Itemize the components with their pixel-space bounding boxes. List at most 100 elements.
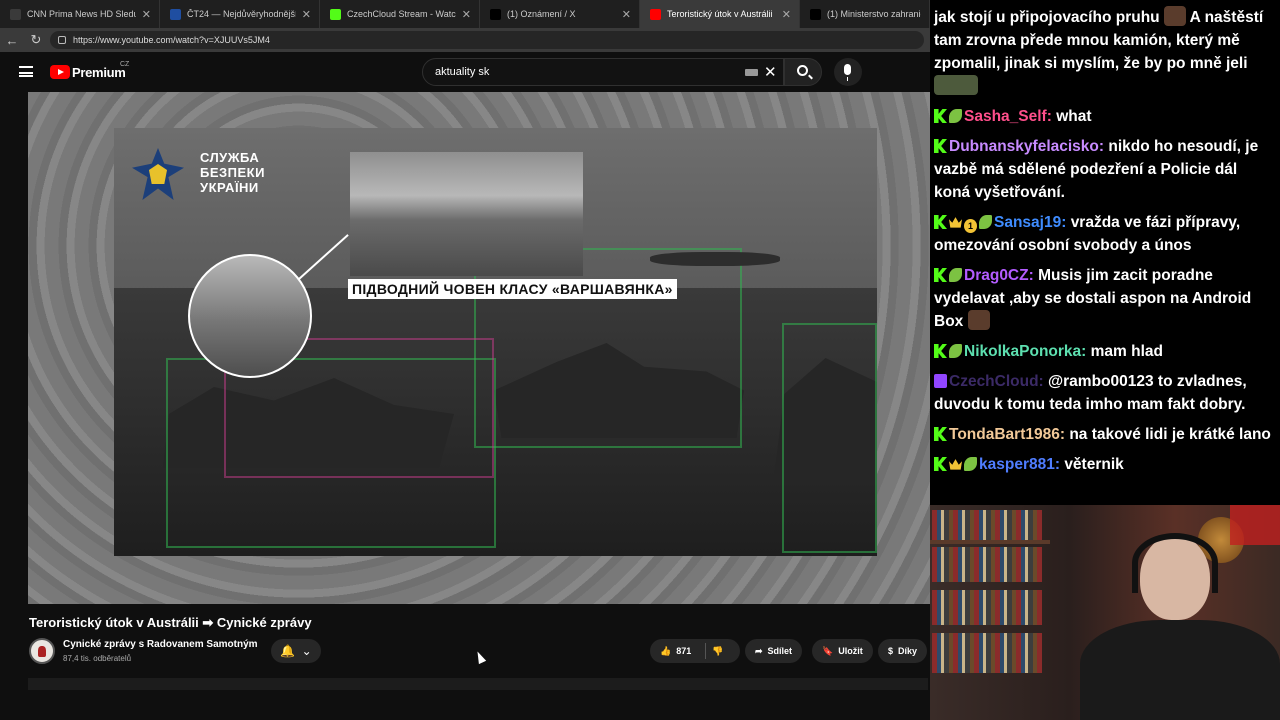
description-peek	[28, 678, 928, 690]
video-title: Teroristický útok v Austrálii ➡ Cynické …	[29, 615, 312, 630]
share-button[interactable]: ➦ Sdílet	[745, 639, 803, 663]
crown-badge-icon	[949, 217, 962, 228]
bookmark-icon: 🔖	[822, 645, 834, 656]
subscriber-count: 87,4 tis. odběratelů	[63, 654, 132, 663]
crown-badge-icon	[949, 459, 962, 470]
thanks-label: Díky	[898, 646, 918, 656]
tab-3[interactable]: (1) Oznámení / X ✕	[480, 0, 640, 28]
address-bar[interactable]: https://www.youtube.com/watch?v=XJUUVs5J…	[50, 31, 924, 49]
chevron-down-icon: ⌄	[301, 644, 312, 658]
tab-1[interactable]: ČT24 — Nejdůvěryhodnější zprav ✕	[160, 0, 320, 28]
save-label: Uložit	[838, 646, 863, 656]
kick-badge-icon	[934, 139, 947, 153]
dislike-icon[interactable]: 👎	[712, 646, 723, 657]
site-info-icon[interactable]	[58, 36, 66, 44]
share-icon: ➦	[755, 645, 763, 656]
save-button[interactable]: 🔖 Uložit	[812, 639, 873, 663]
chat-message: CzechCloud: @rambo00123 to zvladnes, duv…	[934, 370, 1276, 416]
kick-badge-icon	[934, 427, 947, 441]
thanks-icon: $	[888, 646, 894, 656]
callout-line	[298, 234, 349, 280]
tab-4[interactable]: Teroristický útok v Austrálii ✕	[640, 0, 800, 28]
tab-label: CzechCloud Stream - Watch Live o	[347, 9, 456, 19]
highlight-frame	[474, 248, 742, 448]
voice-search-icon[interactable]	[834, 58, 862, 86]
divider	[705, 643, 706, 659]
chat-message: TondaBart1986: na takové lidi je krátké …	[934, 423, 1276, 446]
video-frame: СЛУЖБА БЕЗПЕКИ УКРАЇНИ ПІДВОДНИЙ ЧОВЕН КЛА…	[114, 128, 877, 556]
agency-name: СЛУЖБА БЕЗПЕКИ УКРАЇНИ	[200, 150, 265, 195]
search-icon	[797, 65, 808, 76]
close-tab-icon[interactable]: ✕	[462, 8, 471, 21]
close-tab-icon[interactable]: ✕	[142, 8, 151, 21]
chat-text: what	[1056, 108, 1092, 125]
region-label: CZ	[120, 61, 130, 68]
emote-icon	[934, 75, 978, 95]
close-tab-icon[interactable]: ✕	[302, 8, 311, 21]
chat-username[interactable]: Dubnanskyfelacisko:	[949, 138, 1108, 155]
leaf-badge-icon	[949, 268, 962, 282]
streamer-body	[1080, 620, 1280, 720]
chat-username[interactable]: TondaBart1986:	[949, 426, 1069, 443]
subscription-bell-button[interactable]: 🔔 ⌄	[271, 639, 321, 663]
tab-0[interactable]: CNN Prima News HD Sledujte na ✕	[0, 0, 160, 28]
submarine-shape	[650, 252, 780, 266]
clear-search-icon[interactable]: ✕	[764, 63, 777, 81]
agency-name-line: БЕЗПЕКИ	[200, 165, 265, 180]
back-icon[interactable]: ←	[0, 33, 24, 48]
kick-badge-icon	[934, 268, 947, 282]
thanks-button[interactable]: $ Díky	[878, 639, 928, 663]
tab-label: (1) Oznámení / X	[507, 9, 576, 19]
chat-username[interactable]: CzechCloud:	[949, 373, 1048, 390]
highlight-frame	[782, 323, 877, 553]
leaf-badge-icon	[964, 457, 977, 471]
reload-icon[interactable]: ↻	[24, 32, 48, 48]
leaf-badge-icon	[979, 215, 992, 229]
submarine-inset-image	[350, 152, 780, 276]
like-icon[interactable]: 👍	[660, 646, 671, 657]
video-caption: ПІДВОДНИЙ ЧОВЕН КЛАСУ «ВАРШАВЯНКА»	[348, 279, 677, 299]
chat-username[interactable]: Sansaj19:	[994, 214, 1071, 231]
tab-5[interactable]: (1) Ministerstvo zahraničních	[800, 0, 930, 28]
one-badge-icon: 1	[964, 219, 977, 233]
url-text: https://www.youtube.com/watch?v=XJUUVs5J…	[73, 35, 270, 45]
menu-icon[interactable]	[19, 66, 33, 77]
search-input[interactable]: aktuality sk	[422, 58, 784, 86]
x-icon	[490, 8, 501, 20]
tab-bar: CNN Prima News HD Sledujte na✕ČT24 — Nej…	[0, 0, 930, 28]
twitch-badge-icon	[934, 374, 947, 388]
youtube-icon	[650, 8, 661, 20]
kick-badge-icon	[934, 215, 947, 229]
channel-avatar[interactable]	[29, 638, 55, 664]
like-count[interactable]: 871	[676, 646, 691, 656]
close-tab-icon[interactable]: ✕	[782, 8, 791, 21]
video-player[interactable]: СЛУЖБА БЕЗПЕКИ УКРАЇНИ ПІДВОДНИЙ ЧОВЕН КЛА…	[28, 92, 930, 604]
chat-message: kasper881: věternik	[934, 453, 1276, 476]
kick-badge-icon	[934, 457, 947, 471]
headphones	[1132, 533, 1218, 593]
agency-name-line: СЛУЖБА	[200, 150, 260, 165]
leaf-badge-icon	[949, 109, 962, 123]
tab-label: ČT24 — Nejdůvěryhodnější zprav	[187, 9, 296, 19]
keyboard-icon[interactable]	[745, 69, 758, 76]
chat-message: Dubnanskyfelacisko: nikdo ho nesoudí, je…	[934, 135, 1276, 204]
youtube-logo-icon[interactable]	[50, 65, 70, 79]
chat-username[interactable]: Drag0CZ:	[964, 267, 1038, 284]
close-tab-icon[interactable]: ✕	[622, 8, 631, 21]
like-dislike-group: 👍 871 👎	[650, 639, 740, 663]
search-button[interactable]	[784, 58, 822, 86]
brand-label[interactable]: Premium	[72, 65, 126, 80]
webcam-overlay	[930, 505, 1280, 720]
chat-username[interactable]: Sasha_Self:	[964, 108, 1056, 125]
chat-message: jak stojí u připojovacího pruhu A naštěs…	[934, 6, 1276, 98]
address-bar-row: ← ↻ https://www.youtube.com/watch?v=XJUU…	[0, 28, 930, 52]
chat-text: jak stojí u připojovacího pruhu	[934, 9, 1164, 26]
ct24-icon	[170, 8, 181, 20]
channel-name[interactable]: Cynické zprávy s Radovanem Samotným	[63, 639, 258, 650]
tab-2[interactable]: CzechCloud Stream - Watch Live o ✕	[320, 0, 480, 28]
chat-username[interactable]: kasper881:	[979, 456, 1064, 473]
cnn-icon	[10, 8, 21, 20]
chat-username[interactable]: NikolkaPonorka:	[964, 343, 1091, 360]
chat-message: NikolkaPonorka: mam hlad	[934, 340, 1276, 363]
kick-badge-icon	[934, 109, 947, 123]
